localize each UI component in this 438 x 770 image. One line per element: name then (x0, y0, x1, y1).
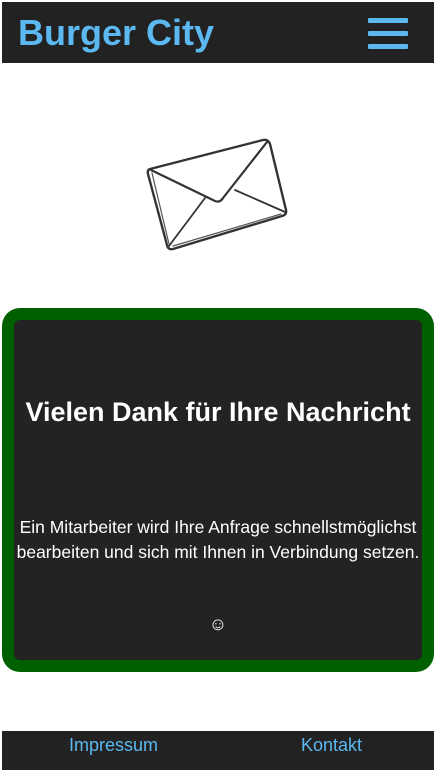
footer-link-impressum[interactable]: Impressum (69, 733, 158, 757)
menu-line (368, 44, 408, 49)
menu-line (368, 31, 408, 36)
envelope-icon (146, 138, 288, 251)
brand-title[interactable]: Burger City (18, 12, 214, 54)
hamburger-menu-icon[interactable] (368, 18, 408, 50)
page: Burger City Vielen Dank für Ihre Nachric… (0, 0, 438, 770)
confirmation-title: Vielen Dank für Ihre Nachricht (25, 397, 411, 427)
smiley-icon: ☺ (208, 614, 228, 634)
confirmation-card (14, 320, 422, 660)
footer-link-kontakt[interactable]: Kontakt (301, 733, 362, 757)
confirmation-text: Ein Mitarbeiter wird Ihre Anfrage schnel… (16, 517, 420, 562)
menu-line (368, 18, 408, 23)
top-navigation-bar: Burger City (2, 2, 434, 63)
footer-bar: Impressum Kontakt (2, 731, 434, 770)
